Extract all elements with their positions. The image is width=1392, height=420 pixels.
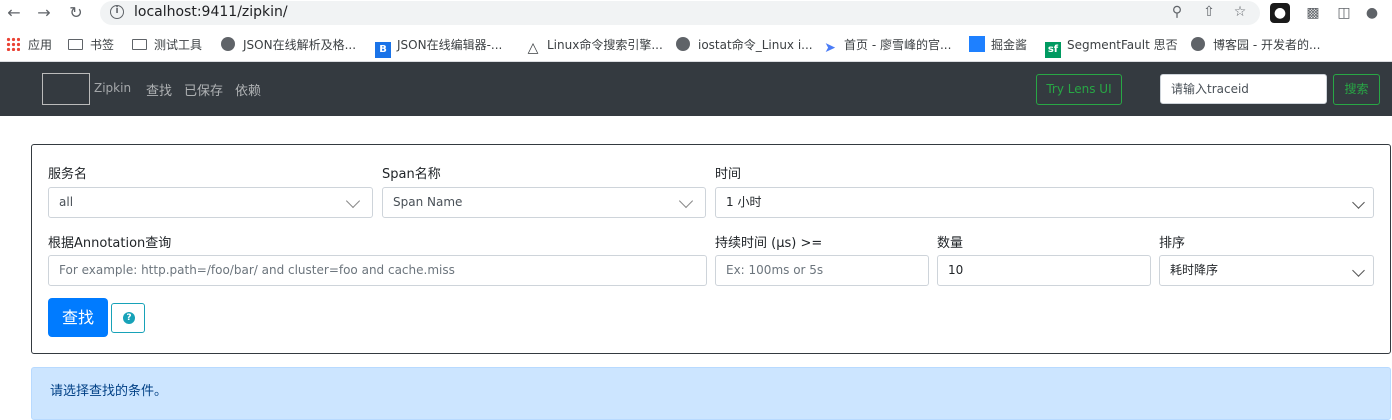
bookmark-item[interactable]: 掘金酱 bbox=[969, 36, 1027, 54]
try-lens-ui-button[interactable]: Try Lens UI bbox=[1036, 74, 1122, 105]
duration-input[interactable]: Ex: 100ms or 5s bbox=[715, 255, 929, 286]
bookmark-item[interactable]: ➤ 首页 - 廖雪峰的官... bbox=[822, 36, 951, 56]
bookmark-item[interactable]: sf SegmentFault 思否 bbox=[1045, 36, 1178, 58]
traceid-search-button[interactable]: 搜索 bbox=[1333, 74, 1380, 105]
bookmark-item[interactable]: 测试工具 bbox=[132, 36, 202, 54]
bookmark-star-icon[interactable]: ☆ bbox=[1231, 3, 1249, 21]
service-name-label: 服务名 bbox=[48, 167, 88, 182]
help-button[interactable]: ? bbox=[111, 303, 145, 333]
limit-label: 数量 bbox=[937, 236, 964, 251]
alert-text: 请选择查找的条件。 bbox=[50, 384, 168, 399]
rocket-icon: ➤ bbox=[824, 40, 836, 56]
chevron-down-icon bbox=[678, 193, 694, 209]
question-circle-icon: ? bbox=[123, 312, 135, 324]
forward-arrow-icon[interactable]: → bbox=[34, 3, 54, 23]
avatar[interactable]: ● bbox=[1362, 3, 1382, 23]
juejin-icon bbox=[969, 36, 985, 52]
extension-icon[interactable]: ● bbox=[1270, 3, 1290, 23]
browser-toolbar: ← → ↻ i localhost:9411/zipkin/ ⚲ ⇧ ☆ ● ▩… bbox=[0, 0, 1392, 27]
url-text[interactable]: localhost:9411/zipkin/ bbox=[134, 4, 288, 20]
bejson-icon: B bbox=[375, 42, 391, 58]
bookmark-item[interactable]: JSON在线解析及格... bbox=[221, 36, 356, 54]
service-name-select[interactable]: all bbox=[48, 187, 373, 218]
chevron-down-icon bbox=[345, 193, 361, 209]
bookmark-item[interactable]: iostat命令_Linux i... bbox=[676, 36, 813, 54]
nav-link-dependencies[interactable]: 依赖 bbox=[235, 80, 261, 99]
chevron-down-icon bbox=[1352, 264, 1365, 277]
brand-text[interactable]: Zipkin bbox=[94, 81, 131, 95]
bookmark-item[interactable]: 应用 bbox=[6, 36, 52, 54]
bookmarks-bar: 应用 书签 测试工具 JSON在线解析及格... B JSON在线编辑器-... … bbox=[0, 27, 1392, 62]
info-alert: 请选择查找的条件。 bbox=[31, 367, 1391, 420]
find-button[interactable]: 查找 bbox=[48, 298, 108, 337]
folder-icon bbox=[132, 39, 147, 50]
bookmark-item[interactable]: 博客园 - 开发者的... bbox=[1191, 36, 1320, 54]
globe-icon bbox=[1191, 37, 1205, 51]
share-icon[interactable]: ⇧ bbox=[1200, 3, 1218, 21]
time-label: 时间 bbox=[715, 167, 742, 182]
search-form bbox=[31, 144, 1391, 354]
span-name-label: Span名称 bbox=[382, 167, 441, 182]
traceid-input[interactable]: 请输入traceid bbox=[1160, 74, 1327, 104]
annotation-label: 根据Annotation查询 bbox=[48, 236, 172, 251]
penguin-icon: △ bbox=[527, 40, 539, 56]
globe-icon bbox=[676, 37, 690, 51]
limit-input[interactable]: 10 bbox=[937, 255, 1151, 286]
folder-icon bbox=[68, 39, 83, 50]
app-navbar: Zipkin 查找 已保存 依赖 Try Lens UI 请输入traceid … bbox=[0, 62, 1392, 116]
nav-link-saved[interactable]: 已保存 bbox=[184, 80, 223, 99]
reload-icon[interactable]: ↻ bbox=[66, 3, 86, 23]
segmentfault-icon: sf bbox=[1045, 42, 1061, 58]
chevron-down-icon bbox=[1352, 196, 1365, 209]
back-arrow-icon[interactable]: ← bbox=[4, 3, 24, 23]
zoom-icon[interactable]: ⚲ bbox=[1168, 3, 1186, 21]
bookmark-item[interactable]: △ Linux命令搜索引擎... bbox=[525, 36, 663, 56]
annotation-query-input[interactable]: For example: http.path=/foo/bar/ and clu… bbox=[48, 255, 707, 286]
span-name-select[interactable]: Span Name bbox=[382, 187, 706, 218]
time-select[interactable]: 1 小时 bbox=[715, 187, 1374, 218]
site-info-icon[interactable]: i bbox=[110, 5, 124, 19]
bookmark-item[interactable]: 书签 bbox=[68, 36, 114, 54]
apps-grid-icon bbox=[6, 37, 20, 51]
sort-label: 排序 bbox=[1159, 236, 1186, 251]
side-panel-icon[interactable]: ◫ bbox=[1334, 3, 1354, 23]
zipkin-logo[interactable] bbox=[42, 73, 90, 105]
nav-link-find[interactable]: 查找 bbox=[146, 80, 172, 99]
globe-icon bbox=[221, 37, 235, 51]
sort-select[interactable]: 耗时降序 bbox=[1159, 255, 1374, 286]
duration-label: 持续时间 (μs) >= bbox=[715, 236, 823, 251]
address-bar[interactable]: i localhost:9411/zipkin/ bbox=[100, 1, 1260, 25]
bookmark-item[interactable]: B JSON在线编辑器-... bbox=[375, 36, 502, 58]
puzzle-icon[interactable]: ▩ bbox=[1303, 3, 1323, 23]
